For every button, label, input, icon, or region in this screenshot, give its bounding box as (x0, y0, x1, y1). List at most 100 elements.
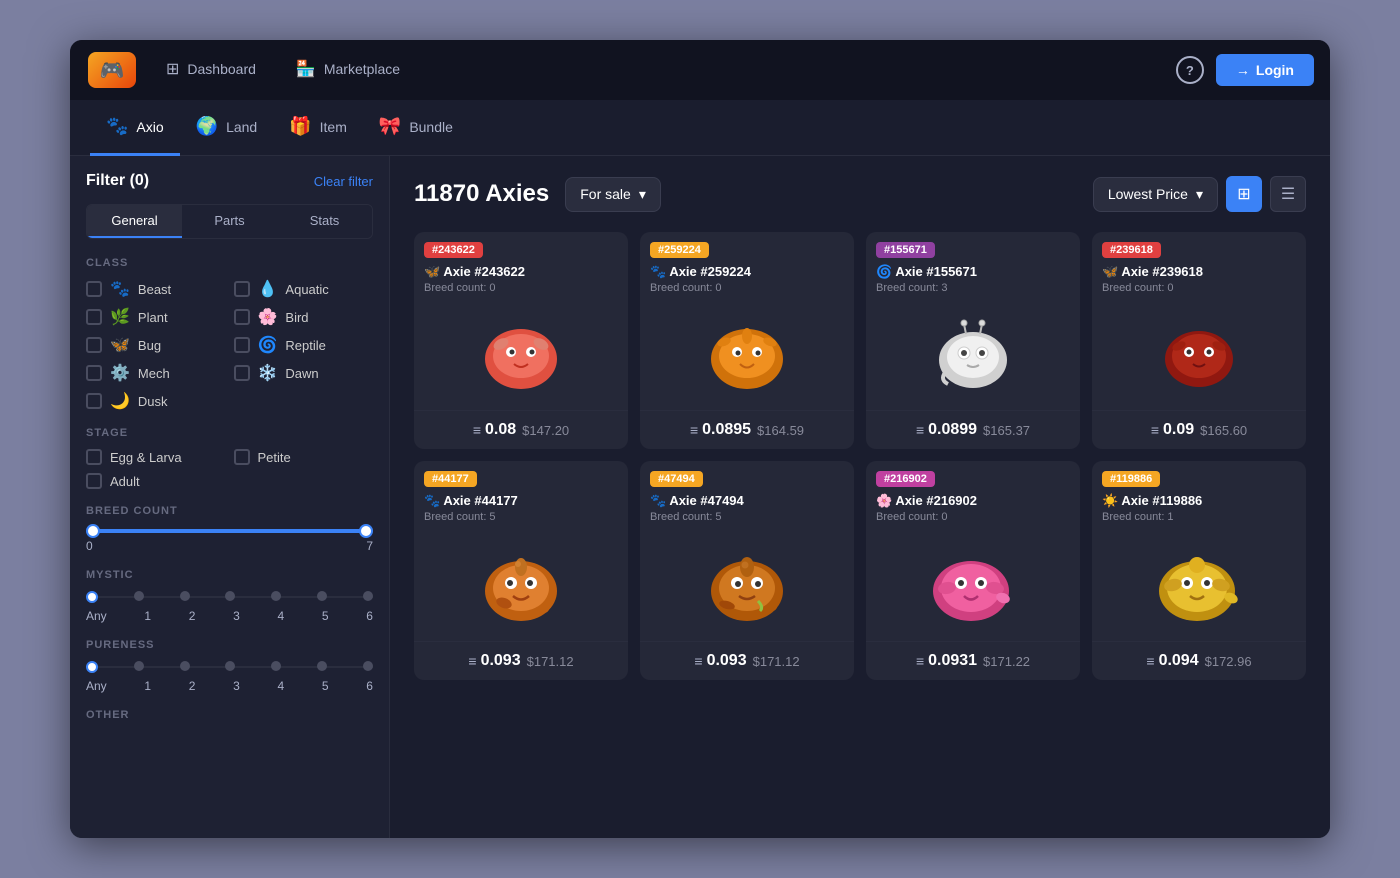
aquatic-label: Aquatic (285, 282, 328, 297)
class-aquatic[interactable]: 💧 Aquatic (234, 279, 374, 299)
reptile-label: Reptile (285, 338, 325, 353)
card-footer-216902: ≡ 0.0931 $171.22 (866, 641, 1080, 680)
axie-card-47494[interactable]: #47494 🐾 Axie #47494 Breed count: 5 (640, 461, 854, 680)
dusk-icon: 🌙 (110, 391, 130, 411)
mech-icon: ⚙️ (110, 363, 130, 383)
pureness-label-6: 6 (366, 679, 373, 693)
list-view-button[interactable]: ☰ (1270, 176, 1306, 212)
adult-checkbox[interactable] (86, 473, 102, 489)
beast-checkbox[interactable] (86, 281, 102, 297)
stage-egg-larva[interactable]: Egg & Larva (86, 449, 226, 465)
filter-tab-general[interactable]: General (87, 205, 182, 238)
bug-label: Bug (138, 338, 161, 353)
land-icon: 🌍 (196, 116, 218, 137)
axie-card-243622[interactable]: #243622 🦋 Axie #243622 Breed count: 0 (414, 232, 628, 449)
axie-image-243622 (476, 314, 566, 394)
price-row-44177: ≡ 0.093 $171.12 (426, 652, 616, 670)
nav-dashboard[interactable]: ⊞ Dashboard (146, 40, 276, 100)
marketplace-icon: 🏪 (296, 59, 316, 79)
pureness-dot-5[interactable] (317, 661, 327, 671)
mystic-label-1: 1 (144, 609, 151, 623)
mystic-dot-any[interactable] (86, 591, 98, 603)
class-dawn[interactable]: ❄️ Dawn (234, 363, 374, 383)
tab-axio[interactable]: 🐾 Axio (90, 101, 180, 156)
card-name-259224: 🐾 Axie #259224 (650, 264, 844, 280)
breed-section: BREED COUNT 0 7 (86, 505, 373, 553)
login-button[interactable]: → Login (1216, 54, 1314, 86)
bug-checkbox[interactable] (86, 337, 102, 353)
tab-bundle[interactable]: 🎀 Bundle (363, 101, 469, 156)
price-row-155671: ≡ 0.0899 $165.37 (878, 421, 1068, 439)
class-beast[interactable]: 🐾 Beast (86, 279, 226, 299)
pureness-dot-4[interactable] (271, 661, 281, 671)
item-icon: 🎁 (289, 116, 311, 137)
nav-marketplace[interactable]: 🏪 Marketplace (276, 40, 420, 100)
for-sale-dropdown[interactable]: For sale ▾ (565, 177, 661, 212)
pureness-labels: Any 1 2 3 4 5 6 (86, 679, 373, 693)
filter-tab-stats[interactable]: Stats (277, 205, 372, 238)
card-body-47494 (640, 527, 854, 641)
class-mech[interactable]: ⚙️ Mech (86, 363, 226, 383)
dusk-checkbox[interactable] (86, 393, 102, 409)
axie-card-155671[interactable]: #155671 🌀 Axie #155671 Breed count: 3 (866, 232, 1080, 449)
card-footer-239618: ≡ 0.09 $165.60 (1092, 410, 1306, 449)
mystic-dot-6[interactable] (363, 591, 373, 601)
axie-card-44177[interactable]: #44177 🐾 Axie #44177 Breed count: 5 (414, 461, 628, 680)
class-dusk[interactable]: 🌙 Dusk (86, 391, 226, 411)
class-bird[interactable]: 🌸 Bird (234, 307, 374, 327)
clear-filter-button[interactable]: Clear filter (314, 174, 373, 189)
axie-card-216902[interactable]: #216902 🌸 Axie #216902 Breed count: 0 (866, 461, 1080, 680)
class-reptile[interactable]: 🌀 Reptile (234, 335, 374, 355)
mystic-dot-1[interactable] (134, 591, 144, 601)
axie-card-119886[interactable]: #119886 ☀️ Axie #119886 Breed count: 1 (1092, 461, 1306, 680)
mech-checkbox[interactable] (86, 365, 102, 381)
eth-price-44177: ≡ 0.093 (468, 652, 520, 670)
eth-icon-216902: ≡ (916, 653, 924, 669)
egg-larva-label: Egg & Larva (110, 450, 182, 465)
mystic-dot-2[interactable] (180, 591, 190, 601)
axie-card-259224[interactable]: #259224 🐾 Axie #259224 Breed count: 0 (640, 232, 854, 449)
tab-land[interactable]: 🌍 Land (180, 101, 274, 156)
breed-thumb-left[interactable] (86, 524, 100, 538)
petite-label: Petite (258, 450, 291, 465)
pureness-dot-1[interactable] (134, 661, 144, 671)
content-header-right: Lowest Price ▾ ⊞ ☰ (1093, 176, 1306, 212)
card-name-44177: 🐾 Axie #44177 (424, 493, 618, 509)
class-bug[interactable]: 🦋 Bug (86, 335, 226, 355)
pureness-label-3: 3 (233, 679, 240, 693)
dawn-checkbox[interactable] (234, 365, 250, 381)
mystic-dot-5[interactable] (317, 591, 327, 601)
petite-checkbox[interactable] (234, 449, 250, 465)
pureness-dot-3[interactable] (225, 661, 235, 671)
beast-label: Beast (138, 282, 171, 297)
card-body-243622 (414, 298, 628, 410)
breed-thumb-right[interactable] (359, 524, 373, 538)
pureness-dot-any[interactable] (86, 661, 98, 673)
help-button[interactable]: ? (1176, 56, 1204, 84)
mystic-dot-4[interactable] (271, 591, 281, 601)
tab-item[interactable]: 🎁 Item (273, 101, 363, 156)
plant-checkbox[interactable] (86, 309, 102, 325)
stage-adult[interactable]: Adult (86, 473, 226, 489)
axie-image-259224 (702, 314, 792, 394)
bird-checkbox[interactable] (234, 309, 250, 325)
usd-price-239618: $165.60 (1200, 423, 1247, 438)
logo: 🎮 (86, 50, 138, 90)
usd-price-119886: $172.96 (1205, 654, 1252, 669)
stage-petite[interactable]: Petite (234, 449, 374, 465)
egg-larva-checkbox[interactable] (86, 449, 102, 465)
list-view-icon: ☰ (1281, 184, 1295, 204)
filter-tab-parts[interactable]: Parts (182, 205, 277, 238)
card-name-155671: 🌀 Axie #155671 (876, 264, 1070, 280)
aquatic-checkbox[interactable] (234, 281, 250, 297)
class-plant[interactable]: 🌿 Plant (86, 307, 226, 327)
pureness-dot-6[interactable] (363, 661, 373, 671)
sort-dropdown[interactable]: Lowest Price ▾ (1093, 177, 1218, 212)
grid-view-button[interactable]: ⊞ (1226, 176, 1262, 212)
usd-price-155671: $165.37 (983, 423, 1030, 438)
reptile-checkbox[interactable] (234, 337, 250, 353)
pureness-dot-2[interactable] (180, 661, 190, 671)
card-footer-259224: ≡ 0.0895 $164.59 (640, 410, 854, 449)
axie-card-239618[interactable]: #239618 🦋 Axie #239618 Breed count: 0 (1092, 232, 1306, 449)
mystic-dot-3[interactable] (225, 591, 235, 601)
